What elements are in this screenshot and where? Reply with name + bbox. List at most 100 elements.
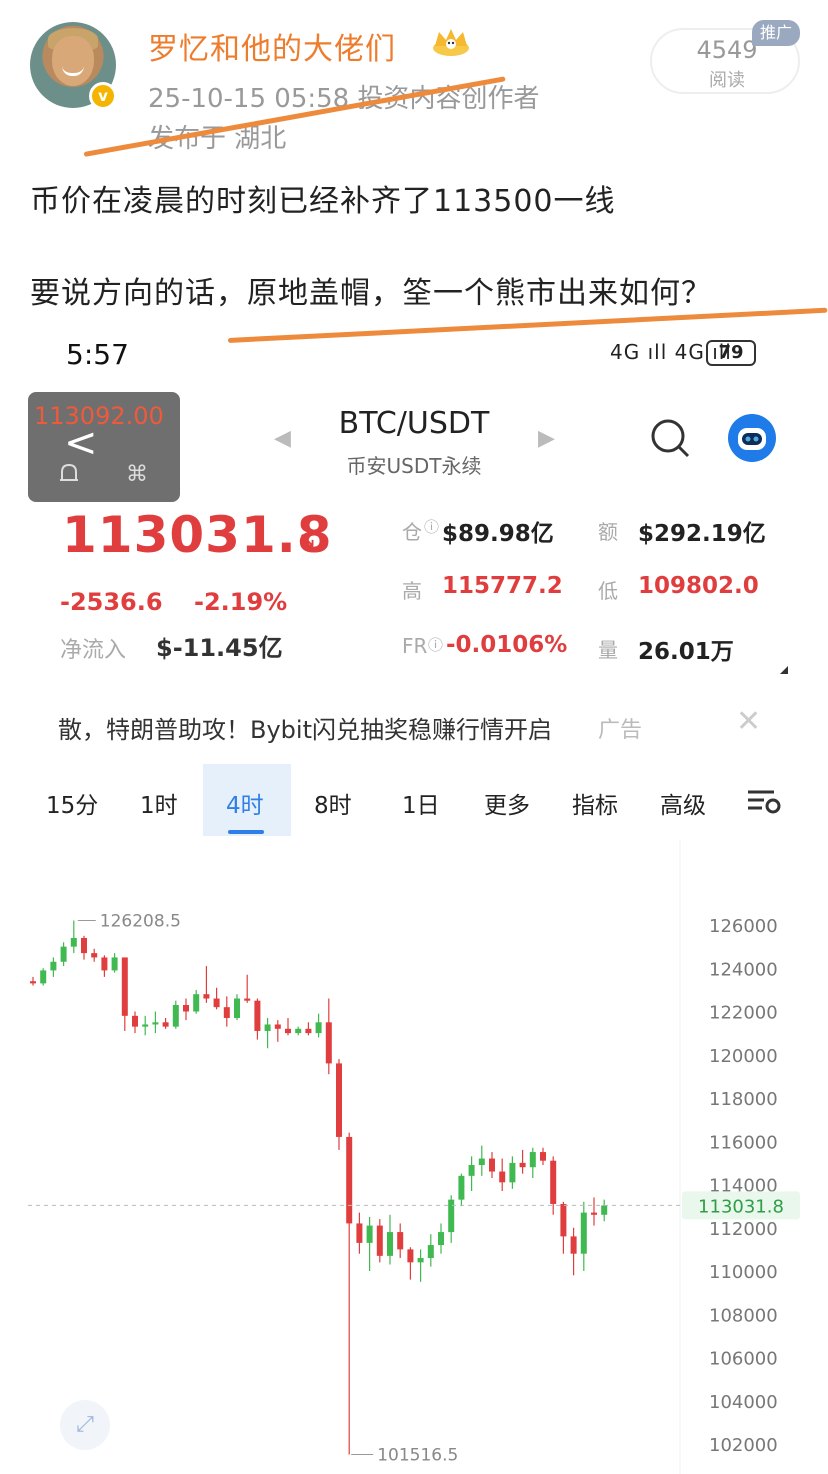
floating-price-widget[interactable]: 113092.00	[28, 392, 180, 502]
turnover-value: $292.19亿	[638, 521, 766, 547]
tab-8h[interactable]: 8时	[314, 786, 352, 820]
y-tick-label: 122000	[709, 1003, 778, 1024]
assistant-bot-icon[interactable]	[728, 414, 776, 462]
min-price-label: 101516.5	[377, 1445, 458, 1465]
tab-more[interactable]: 更多	[484, 786, 530, 820]
author-name[interactable]: 罗忆和他的大佬们	[148, 24, 396, 68]
candle-body	[142, 1024, 149, 1027]
search-icon[interactable]	[648, 416, 692, 460]
next-pair-icon[interactable]: ▶	[538, 426, 555, 451]
candlestick-chart[interactable]: 1260001240001220001200001180001160001140…	[0, 840, 828, 1474]
bell-icon[interactable]	[58, 462, 80, 486]
command-icon[interactable]: ⌘	[126, 462, 148, 487]
ad-banner-text[interactable]: 散，特朗普助攻！Bybit闪兑抽奖稳赚行情开启	[58, 710, 552, 745]
volume-value: 26.01万	[638, 639, 734, 665]
y-tick-label: 120000	[709, 1046, 778, 1067]
post-text-line-1: 币价在凌晨的时刻已经补齐了113500一线	[30, 184, 616, 219]
y-tick-label: 118000	[709, 1089, 778, 1110]
candle-body	[601, 1205, 608, 1215]
volume-label: 量	[598, 638, 618, 662]
candle-body	[580, 1212, 587, 1254]
candle-body	[366, 1225, 373, 1243]
candle-body	[417, 1258, 424, 1263]
candle-body	[397, 1232, 404, 1250]
promo-badge: 推广	[752, 20, 800, 46]
candle-body	[509, 1162, 516, 1183]
tab-15m[interactable]: 15分	[46, 786, 98, 820]
annotation-strike-2	[227, 307, 828, 343]
candle-body	[132, 1015, 138, 1027]
y-tick-label: 102000	[709, 1435, 778, 1456]
candle-body	[101, 957, 108, 971]
candle-body	[50, 961, 57, 971]
max-price-label: 126208.5	[100, 911, 181, 931]
candle-body	[550, 1160, 557, 1204]
candle-body	[91, 953, 98, 958]
candle-body	[285, 1028, 291, 1034]
candle-body	[203, 994, 210, 999]
candle-body	[244, 998, 251, 1001]
status-time: 5:57	[66, 338, 129, 371]
high-label: 高	[402, 579, 422, 603]
floating-price: 113092.00	[34, 402, 164, 430]
battery-icon: 79	[706, 340, 756, 366]
tab-1h[interactable]: 1时	[140, 786, 178, 820]
candle-body	[325, 1022, 332, 1064]
tab-1d[interactable]: 1日	[402, 786, 440, 820]
candle-body	[305, 1028, 312, 1034]
candle-body	[30, 981, 36, 984]
crown-icon	[433, 29, 469, 56]
fr-info-icon[interactable]: ⓘ	[428, 634, 443, 655]
candle-body	[438, 1232, 444, 1246]
candle-body	[254, 1000, 261, 1031]
candle-body	[478, 1158, 485, 1166]
candle-body	[427, 1245, 434, 1259]
chart-settings-icon[interactable]	[746, 786, 782, 816]
oi-label: 仓	[402, 520, 422, 544]
active-tab-underline	[228, 830, 264, 834]
candle-body	[152, 1022, 159, 1025]
net-inflow-label: 净流入	[60, 638, 127, 663]
back-chevron-icon[interactable]: <	[64, 420, 98, 466]
candle-body	[407, 1249, 414, 1263]
tab-advanced[interactable]: 高级	[660, 786, 706, 820]
candle-body	[458, 1175, 465, 1200]
y-tick-label: 110000	[709, 1262, 778, 1283]
post-header: v 罗忆和他的大佬们 25-10-15 05:58 投资内容创作者 发布于 湖北…	[0, 0, 828, 160]
candle-body	[223, 1007, 230, 1018]
tab-4h[interactable]: 4时	[226, 786, 264, 820]
tab-indicators[interactable]: 指标	[572, 786, 618, 820]
pair-subtitle: 币安USDT永续	[346, 454, 482, 478]
current-price-label: 113031.8	[698, 1196, 784, 1217]
funding-rate-label: FR	[402, 634, 428, 658]
candle-body	[499, 1171, 506, 1183]
read-label: 阅读	[709, 70, 745, 91]
candle-body	[468, 1165, 475, 1176]
candle-body	[560, 1203, 567, 1237]
candle-body	[40, 970, 47, 984]
candle-body	[162, 1022, 169, 1027]
expand-stats-icon[interactable]	[780, 666, 788, 674]
post-text-line-2: 要说方向的话，原地盖帽，筌一个熊市出来如何？	[30, 276, 712, 311]
pair-title[interactable]: BTC/USDT	[300, 406, 528, 441]
y-tick-label: 124000	[709, 959, 778, 980]
candle-body	[336, 1063, 342, 1137]
candle-body	[121, 957, 128, 1016]
prev-pair-icon[interactable]: ◀	[274, 426, 291, 451]
ad-tag: 广告	[598, 718, 643, 743]
candle-body	[264, 1024, 271, 1031]
candle-body	[315, 1022, 322, 1034]
low-label: 低	[598, 579, 618, 603]
candle-body	[70, 937, 77, 947]
candle-body	[448, 1199, 455, 1233]
close-icon[interactable]: ✕	[736, 704, 761, 739]
change-abs: -2536.6	[60, 588, 163, 616]
candle-body	[519, 1162, 526, 1168]
candle-body	[213, 998, 220, 1008]
oi-value: $89.98亿	[442, 521, 554, 547]
last-price: 113031.8	[62, 506, 333, 564]
candle-body	[274, 1024, 281, 1029]
fullscreen-icon[interactable]: ⤢	[60, 1400, 110, 1450]
verified-icon: v	[89, 82, 117, 110]
info-icon[interactable]: ⓘ	[424, 516, 439, 537]
